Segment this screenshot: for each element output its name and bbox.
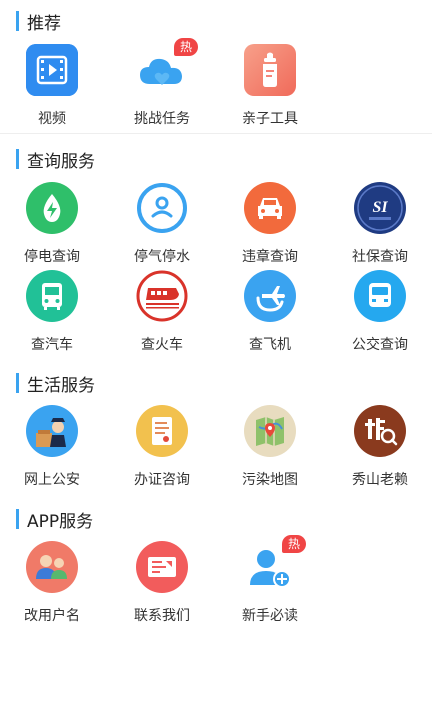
grid-item-challenge[interactable]: 热 挑战任务 [112,38,212,127]
grid-item-label: 违章查询 [242,249,298,265]
grid-item-bus-route[interactable]: 公交查询 [330,270,430,353]
baby-bottle-icon [244,44,296,96]
grid-item-label: 停电查询 [24,249,80,265]
hot-badge: 热 [282,535,306,553]
grid-item-label: 新手必读 [242,608,298,624]
bus-icon [26,270,78,322]
grid-item-label: 网上公安 [24,472,80,488]
water-drop-icon [136,182,188,234]
section-title: APP服务 [27,511,94,532]
train-icon [136,270,188,322]
grid-item-label: 污染地图 [242,472,298,488]
grid-item-beginner-guide[interactable]: 热 新手必读 [220,535,320,624]
grid-item-label: 办证咨询 [134,472,190,488]
section-header-recommend: 推荐 [16,10,61,34]
section-header-life: 生活服务 [16,372,95,396]
grid-item-contact-us[interactable]: 联系我们 [112,541,212,624]
grid-item-gas-water[interactable]: 停气停水 [112,182,212,265]
debtor-search-icon [354,405,406,457]
grid-item-label: 查火车 [141,337,183,353]
car-icon [244,182,296,234]
grid-item-online-police[interactable]: 网上公安 [2,405,102,488]
certificate-icon [136,405,188,457]
section-bar [16,373,19,393]
grid-item-label: 挑战任务 [134,111,190,127]
grid-item-label: 公交查询 [352,337,408,353]
grid-item-bus-check[interactable]: 查汽车 [2,270,102,353]
section-divider [0,133,432,134]
grid-item-pollution-map[interactable]: 污染地图 [220,405,320,488]
grid-item-power-outage[interactable]: 停电查询 [2,182,102,265]
social-logo-text: SI [372,199,388,216]
video-icon [26,44,78,96]
grid-item-label: 改用户名 [24,608,80,624]
contact-card-icon [136,541,188,593]
police-icon [26,405,78,457]
grid-item-debtor-list[interactable]: 秀山老赖 [330,405,430,488]
section-bar [16,509,19,529]
section-title: 推荐 [27,13,61,34]
grid-item-certificate-consult[interactable]: 办证咨询 [112,405,212,488]
section-header-app: APP服务 [16,508,94,532]
plane-icon [244,270,296,322]
grid-item-train-check[interactable]: 查火车 [112,270,212,353]
section-title: 生活服务 [27,375,95,396]
grid-item-change-username[interactable]: 改用户名 [2,541,102,624]
grid-item-label: 停气停水 [134,249,190,265]
grid-item-label: 查汽车 [31,337,73,353]
power-leaf-icon [26,182,78,234]
grid-item-label: 社保查询 [352,249,408,265]
users-icon [26,541,78,593]
grid-item-traffic-violation[interactable]: 违章查询 [220,182,320,265]
grid-item-label: 视频 [38,111,66,127]
grid-item-parenting-tools[interactable]: 亲子工具 [220,44,320,127]
cloud-heart-icon: 热 [136,38,198,96]
user-add-icon: 热 [244,535,306,593]
grid-item-label: 秀山老赖 [352,472,408,488]
section-title: 查询服务 [27,151,95,172]
section-header-query: 查询服务 [16,148,95,172]
section-bar [16,149,19,169]
bus-icon [354,270,406,322]
grid-item-flight-check[interactable]: 查飞机 [220,270,320,353]
hot-badge: 热 [174,38,198,56]
grid-item-label: 亲子工具 [242,111,298,127]
social-security-logo: SI [354,182,406,234]
grid-item-video[interactable]: 视频 [2,44,102,127]
grid-item-label: 联系我们 [134,608,190,624]
grid-item-social-security[interactable]: SI 社保查询 [330,182,430,265]
grid-item-label: 查飞机 [249,337,291,353]
map-icon [244,405,296,457]
section-bar [16,11,19,31]
